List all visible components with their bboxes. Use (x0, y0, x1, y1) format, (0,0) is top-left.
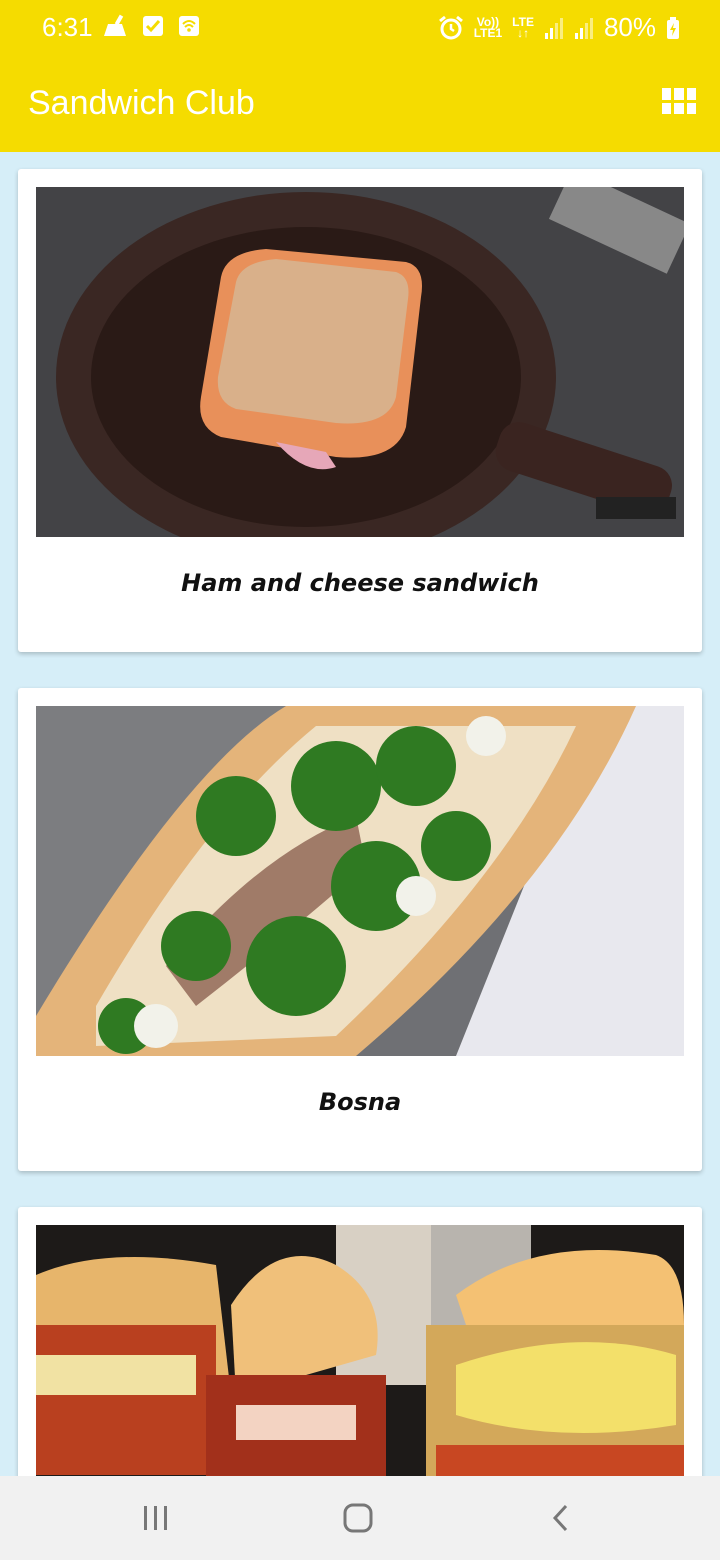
volte-indicator: Vo)) LTE1 (473, 14, 503, 40)
status-bar: 6:31 Vo)) LTE1 LTE ↓↑ 80% (0, 0, 720, 56)
lte-indicator: LTE ↓↑ (512, 14, 534, 40)
sandwich-name: Bosna (318, 1088, 402, 1116)
sandwich-card[interactable]: Ham and cheese sandwich (18, 169, 702, 652)
home-icon[interactable] (328, 1496, 388, 1540)
cleaner-icon (104, 14, 126, 36)
sandwich-image (36, 1225, 684, 1507)
grid-view-icon[interactable] (662, 88, 696, 114)
battery-charging-icon (667, 16, 679, 39)
signal-strength-icon (544, 17, 563, 39)
sandwich-image (36, 706, 684, 1056)
system-nav-bar (0, 1476, 720, 1560)
sandwich-name: Ham and cheese sandwich (181, 569, 539, 597)
alarm-icon (438, 15, 463, 39)
wifi-calling-icon (179, 16, 199, 36)
recent-apps-icon[interactable] (126, 1496, 186, 1540)
battery-percent: 80% (603, 12, 656, 42)
sandwich-card[interactable]: Bosna (18, 688, 702, 1171)
back-icon[interactable] (530, 1496, 590, 1540)
signal-strength-icon (574, 17, 593, 39)
app-bar: 6:31 Vo)) LTE1 LTE ↓↑ 80% Sandwich Club (0, 0, 720, 152)
checkbox-icon (143, 16, 163, 36)
status-time: 6:31 (42, 12, 93, 42)
page-title: Sandwich Club (28, 84, 255, 122)
sandwich-image (36, 187, 684, 537)
sandwich-card[interactable] (18, 1207, 702, 1507)
